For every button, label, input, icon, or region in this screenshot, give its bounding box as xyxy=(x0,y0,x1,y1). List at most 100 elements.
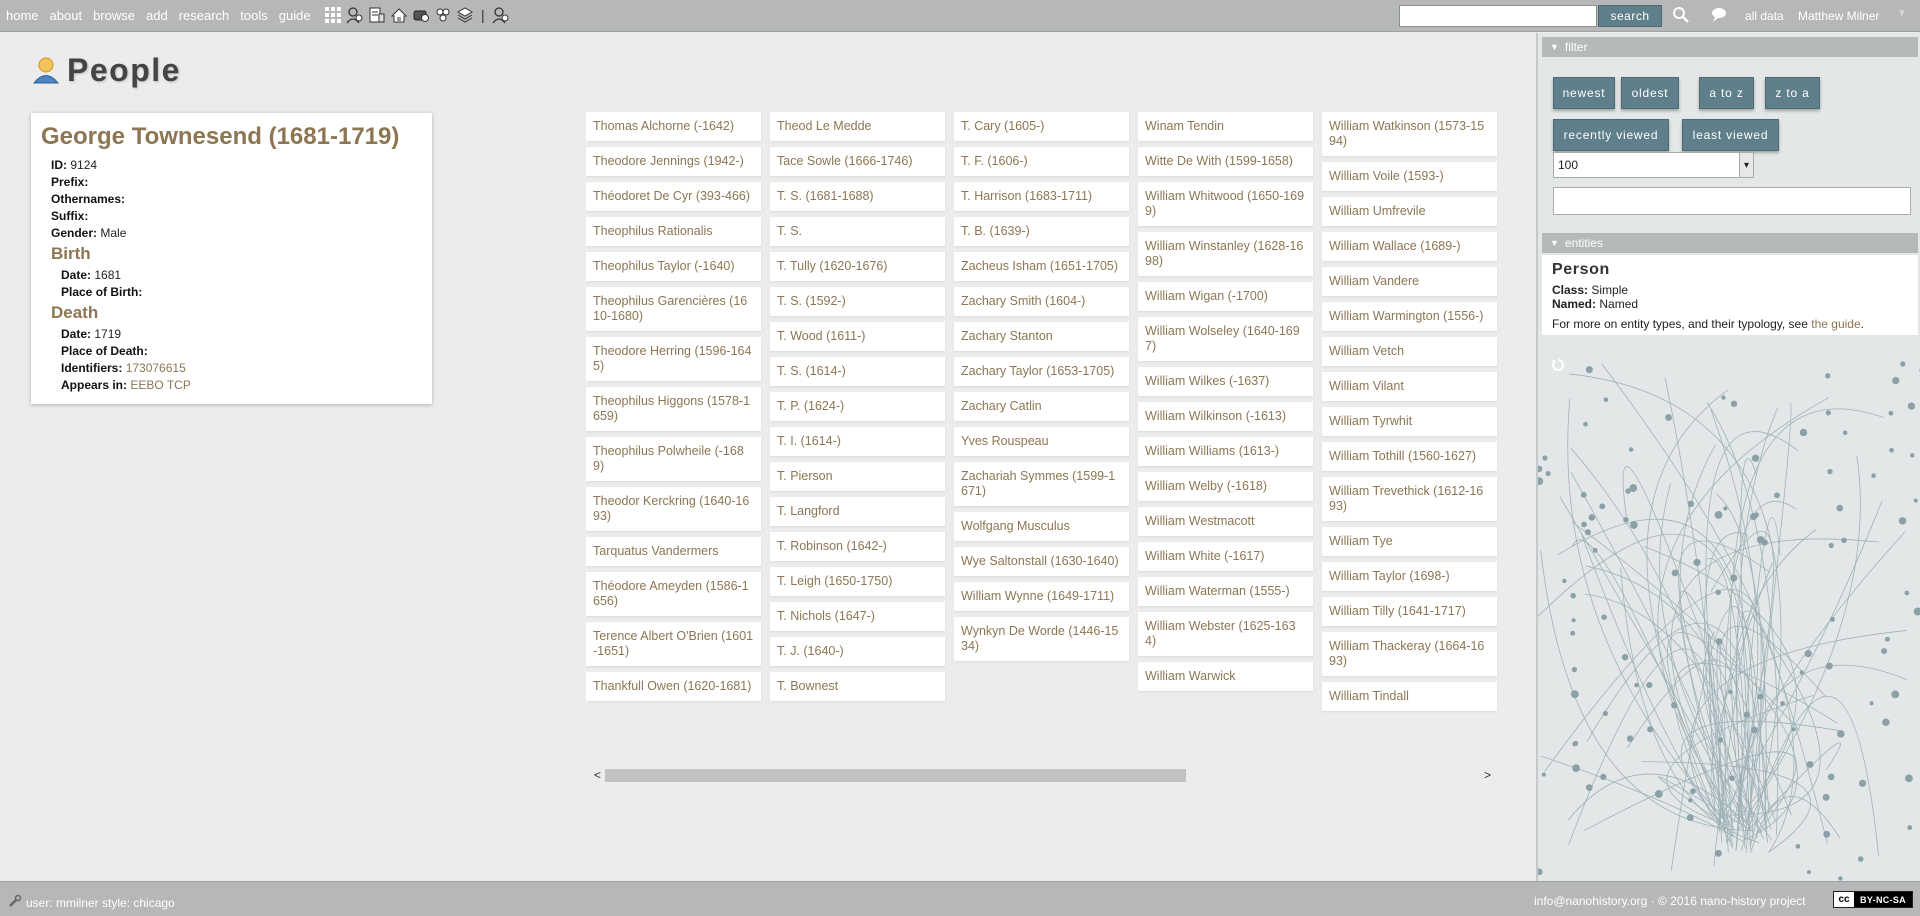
user-search-icon[interactable] xyxy=(492,6,510,24)
person-link[interactable]: Witte De With (1599-1658) xyxy=(1138,147,1313,176)
person-link[interactable]: Zachary Taylor (1653-1705) xyxy=(954,357,1129,386)
appears-in-link[interactable]: EEBO TCP xyxy=(130,378,190,392)
person-link[interactable]: T. S. (1681-1688) xyxy=(770,182,945,211)
chevron-down-icon[interactable]: ▼ xyxy=(1897,8,1907,19)
person-link[interactable]: T. Nichols (1647-) xyxy=(770,602,945,631)
person-link[interactable]: Theodore Herring (1596-1645) xyxy=(586,337,761,381)
person-link[interactable]: Thomas Alchorne (-1642) xyxy=(586,112,761,141)
people-icon[interactable] xyxy=(346,6,364,24)
person-link[interactable]: William Westmacott xyxy=(1138,507,1313,536)
sort-recently-viewed-button[interactable]: recently viewed xyxy=(1553,119,1669,151)
person-link[interactable]: T. Wood (1611-) xyxy=(770,322,945,351)
user-menu[interactable]: Matthew Milner xyxy=(1798,9,1879,23)
sort-z-to-a-button[interactable]: z to a xyxy=(1765,77,1820,109)
refresh-icon[interactable] xyxy=(1551,358,1565,375)
person-link[interactable]: Theod Le Medde xyxy=(770,112,945,141)
person-link[interactable]: William Trevethick (1612-1693) xyxy=(1322,477,1497,521)
person-link[interactable]: William Winstanley (1628-1698) xyxy=(1138,232,1313,276)
wrench-icon[interactable] xyxy=(8,894,22,911)
person-link[interactable]: William Tyrwhit xyxy=(1322,407,1497,436)
person-link[interactable]: Theophilus Higgons (1578-1659) xyxy=(586,387,761,431)
person-link[interactable]: William Taylor (1698-) xyxy=(1322,562,1497,591)
person-link[interactable]: Tarquatus Vandermers xyxy=(586,537,761,566)
search-button[interactable]: search xyxy=(1598,5,1662,27)
person-link[interactable]: Wolfgang Musculus xyxy=(954,512,1129,541)
person-link[interactable]: William Warmington (1556-) xyxy=(1322,302,1497,331)
person-link[interactable]: William Wolseley (1640-1697) xyxy=(1138,317,1313,361)
per-page-select[interactable]: 100 ▾ xyxy=(1553,152,1754,178)
person-link[interactable]: Thankfull Owen (1620-1681) xyxy=(586,672,761,701)
places-icon[interactable] xyxy=(390,6,408,24)
person-link[interactable]: William Wynne (1649-1711) xyxy=(954,582,1129,611)
nav-home[interactable]: home xyxy=(6,8,39,23)
person-link[interactable]: T. S. (1614-) xyxy=(770,357,945,386)
person-link[interactable]: Zachariah Symmes (1599-1671) xyxy=(954,462,1129,506)
person-link[interactable]: William Williams (1613-) xyxy=(1138,437,1313,466)
magnifier-icon[interactable] xyxy=(1672,6,1690,27)
person-link[interactable]: William Tilly (1641-1717) xyxy=(1322,597,1497,626)
person-link[interactable]: Tace Sowle (1666-1746) xyxy=(770,147,945,176)
guide-link[interactable]: the guide xyxy=(1811,317,1860,331)
grid-icon[interactable] xyxy=(324,6,342,24)
scroll-thumb[interactable] xyxy=(605,769,1186,782)
person-link[interactable]: Wynkyn De Worde (1446-1534) xyxy=(954,617,1129,661)
person-link[interactable]: William Tothill (1560-1627) xyxy=(1322,442,1497,471)
person-link[interactable]: Wye Saltonstall (1630-1640) xyxy=(954,547,1129,576)
objects-icon[interactable] xyxy=(412,6,430,24)
person-link[interactable]: William Vandere xyxy=(1322,267,1497,296)
person-link[interactable]: Zachary Catlin xyxy=(954,392,1129,421)
sort-a-to-z-button[interactable]: a to z xyxy=(1699,77,1754,109)
chat-bubble-icon[interactable] xyxy=(1710,6,1728,27)
nav-browse[interactable]: browse xyxy=(93,8,135,23)
person-link[interactable]: William Welby (-1618) xyxy=(1138,472,1313,501)
person-link[interactable]: William Vilant xyxy=(1322,372,1497,401)
cc-license-badge[interactable]: cc BY-NC-SA xyxy=(1833,891,1913,908)
person-link[interactable]: Theophilus Rationalis xyxy=(586,217,761,246)
scroll-left-icon[interactable]: < xyxy=(594,768,601,782)
nav-add[interactable]: add xyxy=(146,8,168,23)
person-link[interactable]: William Wilkinson (-1613) xyxy=(1138,402,1313,431)
person-link[interactable]: T. Tully (1620-1676) xyxy=(770,252,945,281)
person-link[interactable]: William Webster (1625-1634) xyxy=(1138,612,1313,656)
all-data-link[interactable]: all data xyxy=(1745,9,1784,23)
filter-text-input[interactable] xyxy=(1553,187,1911,215)
person-link[interactable]: T. Leigh (1650-1750) xyxy=(770,567,945,596)
sort-least-viewed-button[interactable]: least viewed xyxy=(1682,119,1779,151)
person-link[interactable]: William Umfrevile xyxy=(1322,197,1497,226)
sort-oldest-button[interactable]: oldest xyxy=(1621,77,1679,109)
chevron-down-icon[interactable]: ▾ xyxy=(1739,153,1753,177)
person-link[interactable]: William Tindall xyxy=(1322,682,1497,711)
entities-header[interactable]: ▼ entities xyxy=(1542,233,1918,253)
person-link[interactable]: T. Harrison (1683-1711) xyxy=(954,182,1129,211)
person-link[interactable]: William Watkinson (1573-1594) xyxy=(1322,112,1497,156)
person-link[interactable]: T. Pierson xyxy=(770,462,945,491)
person-link[interactable]: Theophilus Garencières (1610-1680) xyxy=(586,287,761,331)
person-link[interactable]: William Voile (1593-) xyxy=(1322,162,1497,191)
nav-about[interactable]: about xyxy=(50,8,83,23)
events-icon[interactable] xyxy=(434,6,452,24)
nav-tools[interactable]: tools xyxy=(240,8,267,23)
layers-icon[interactable] xyxy=(456,6,474,24)
person-link[interactable]: T. Bownest xyxy=(770,672,945,701)
person-link[interactable]: T. S. (1592-) xyxy=(770,287,945,316)
person-link[interactable]: Theodore Jennings (1942-) xyxy=(586,147,761,176)
search-input[interactable] xyxy=(1399,5,1597,27)
person-link[interactable]: William Wallace (1689-) xyxy=(1322,232,1497,261)
person-link[interactable]: Theophilus Taylor (-1640) xyxy=(586,252,761,281)
person-link[interactable]: William Warwick xyxy=(1138,662,1313,691)
person-link[interactable]: William Tye xyxy=(1322,527,1497,556)
person-link[interactable]: Théodoret De Cyr (393-466) xyxy=(586,182,761,211)
person-link[interactable]: T. S. xyxy=(770,217,945,246)
person-link[interactable]: T. Robinson (1642-) xyxy=(770,532,945,561)
person-link[interactable]: William Thackeray (1664-1693) xyxy=(1322,632,1497,676)
person-link[interactable]: William Waterman (1555-) xyxy=(1138,577,1313,606)
identifier-link[interactable]: 173076615 xyxy=(126,361,186,375)
person-link[interactable]: T. P. (1624-) xyxy=(770,392,945,421)
filter-header[interactable]: ▼ filter xyxy=(1542,37,1918,57)
horizontal-scrollbar[interactable]: < > xyxy=(586,768,1499,782)
nav-research[interactable]: research xyxy=(179,8,230,23)
person-link[interactable]: William Wigan (-1700) xyxy=(1138,282,1313,311)
person-link[interactable]: Zachary Smith (1604-) xyxy=(954,287,1129,316)
person-link[interactable]: Terence Albert O'Brien (1601-1651) xyxy=(586,622,761,666)
person-link[interactable]: Yves Rouspeau xyxy=(954,427,1129,456)
